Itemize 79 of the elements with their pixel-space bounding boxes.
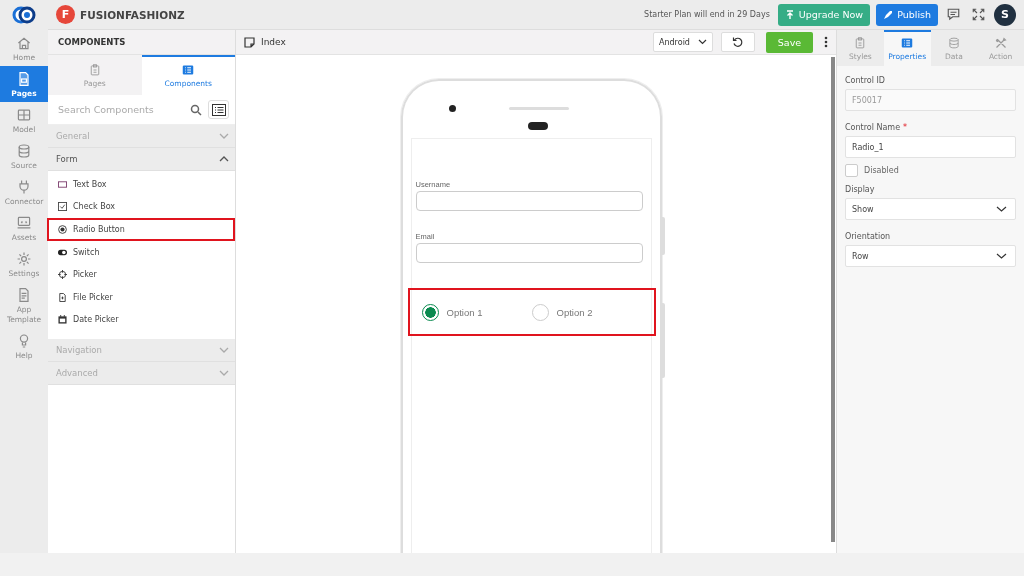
scrollbar[interactable] [831, 57, 835, 542]
search-field[interactable]: Search Components [56, 103, 202, 116]
camera-dot [448, 105, 456, 112]
list-icon [211, 103, 226, 116]
component-item[interactable]: Date Picker [47, 308, 235, 332]
device-dropdown[interactable]: Android [653, 32, 713, 52]
upgrade-button[interactable]: Upgrade Now [777, 3, 871, 26]
file-icon [58, 292, 67, 302]
checkbox[interactable] [845, 164, 858, 177]
undo-button[interactable] [721, 32, 755, 52]
chevron-up-icon [219, 156, 229, 162]
checkbox-icon [58, 202, 67, 212]
control-name-field[interactable]: Radio_1 [845, 136, 1016, 158]
component-item[interactable]: Picker [47, 263, 235, 286]
tools-icon [994, 37, 1007, 49]
radio-icon [58, 225, 67, 234]
component-item[interactable]: Text Box [47, 173, 235, 196]
sensor-pill [527, 122, 548, 130]
publish-button[interactable]: Publish [876, 3, 938, 26]
undo-icon [732, 36, 744, 48]
field-label: Orientation [845, 232, 892, 241]
user-avatar[interactable]: S [994, 3, 1016, 26]
section-header[interactable]: General [48, 125, 235, 148]
clipboard-icon [854, 37, 867, 49]
chevron-down-icon [219, 347, 229, 354]
switch-icon [58, 247, 67, 257]
calendar-icon [58, 315, 67, 325]
page-name: Index [261, 37, 286, 47]
textbox-icon [58, 179, 67, 189]
brand-name: FUSIONFASHIONZ [80, 8, 185, 21]
doc-icon [16, 287, 32, 303]
section-header[interactable]: Advanced [48, 362, 235, 386]
more-icon[interactable] [824, 36, 828, 48]
comment-icon[interactable] [946, 7, 961, 22]
save-button[interactable]: Save [766, 31, 813, 53]
chevron-down-icon [219, 133, 229, 139]
display-dropdown[interactable]: Show [845, 198, 1016, 220]
page-icon [244, 36, 255, 48]
orientation-dropdown[interactable]: Row [845, 245, 1016, 267]
panel-title: COMPONENTS [48, 30, 235, 55]
db-icon [947, 37, 960, 49]
field-label: Display [845, 185, 876, 194]
input-field[interactable] [415, 243, 643, 263]
radio-button[interactable] [531, 303, 549, 321]
picker-icon [58, 270, 67, 280]
field-label: Control Name [845, 123, 901, 132]
db-icon [16, 143, 32, 159]
required-mark: * [903, 123, 908, 132]
chevron-down-icon [698, 39, 707, 45]
chevron-down-icon [996, 206, 1007, 212]
field-label: Control ID [845, 76, 886, 85]
checkbox-label: Disabled [864, 166, 899, 175]
list-view-button[interactable] [208, 100, 229, 119]
component-item[interactable]: Switch [47, 240, 235, 264]
clipboard-icon [88, 64, 101, 76]
page-icon [16, 71, 32, 87]
plug-icon [16, 179, 32, 195]
plan-notice: Starter Plan will end in 29 Days [644, 10, 770, 19]
speaker-slot [508, 107, 569, 110]
section-header[interactable]: Form [48, 148, 235, 171]
chevron-down-icon [996, 253, 1007, 259]
component-item[interactable]: Check Box [47, 195, 235, 219]
radio-button[interactable] [421, 303, 439, 321]
search-icon [190, 103, 202, 116]
radio-label: Option 1 [446, 306, 483, 318]
component-item[interactable]: File Picker [47, 285, 235, 309]
section-header[interactable]: Navigation [48, 339, 235, 363]
list-icon [182, 64, 195, 76]
home-icon [16, 35, 32, 51]
chevron-down-icon [219, 370, 229, 377]
brand-badge: F [56, 5, 75, 24]
input-field[interactable] [415, 191, 643, 211]
monitor-icon [16, 215, 32, 231]
component-item[interactable]: Radio Button [47, 218, 235, 241]
grid-icon [16, 107, 32, 123]
fullscreen-icon[interactable] [971, 7, 986, 22]
list-icon [901, 37, 914, 49]
upgrade-icon [784, 9, 795, 20]
radio-label: Option 2 [556, 306, 593, 318]
